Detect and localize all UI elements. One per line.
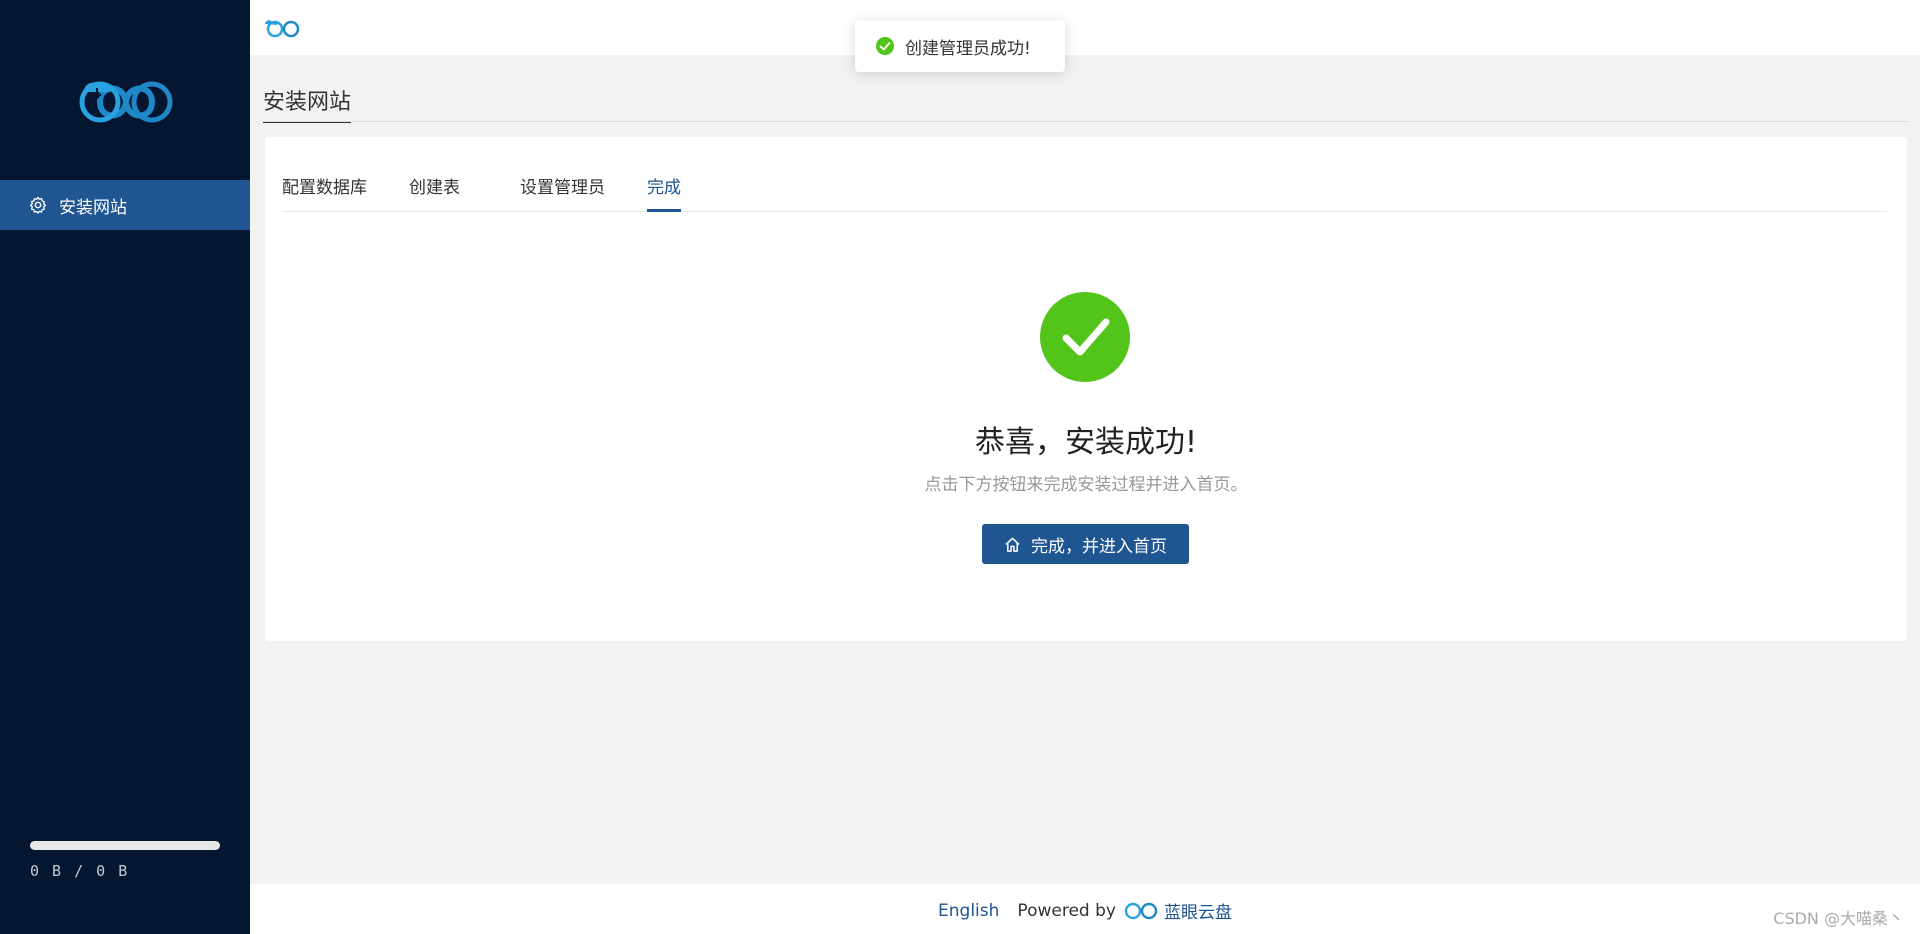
result-title: 恭喜，安装成功! — [974, 425, 1198, 460]
finish-button-label: 完成，并进入首页 — [1031, 536, 1167, 557]
brand-link[interactable]: 蓝眼云盘 — [1122, 898, 1232, 923]
language-link[interactable]: English — [938, 901, 999, 921]
blue-eye-logo-small-icon[interactable] — [262, 17, 304, 39]
powered-by-text: Powered by — [1017, 900, 1116, 921]
tab-configure-database[interactable]: 配置数据库 — [282, 173, 367, 210]
finish-and-go-home-button[interactable]: 完成，并进入首页 — [982, 524, 1189, 564]
blue-eye-brand-icon — [1124, 902, 1158, 919]
sidebar: 安装网站 0 B / 0 B — [0, 0, 250, 934]
tab-create-tables[interactable]: 创建表 — [409, 173, 460, 210]
title-divider — [263, 121, 1908, 122]
storage-usage-text: 0 B / 0 B — [30, 862, 130, 880]
install-steps-tabs: 配置数据库 创建表 设置管理员 完成 — [282, 137, 1887, 212]
page-title: 安装网站 — [263, 84, 352, 123]
success-toast: 创建管理员成功! — [855, 20, 1065, 72]
watermark-text: CSDN @大喵桑丶 — [1773, 909, 1904, 928]
footer: English Powered by 蓝眼云盘 — [250, 884, 1920, 934]
brand-name: 蓝眼云盘 — [1163, 903, 1232, 923]
storage-progress-bar — [30, 841, 220, 850]
sidebar-item-install-site[interactable]: 安装网站 — [0, 180, 250, 230]
home-icon — [1005, 537, 1020, 552]
gear-icon — [29, 196, 47, 214]
blue-eye-cloud-logo-icon — [79, 81, 173, 123]
toast-message: 创建管理员成功! — [905, 38, 1031, 59]
tab-set-admin[interactable]: 设置管理员 — [520, 173, 605, 210]
success-check-icon — [876, 37, 894, 55]
result-subtitle: 点击下方按钮来完成安装过程并进入首页。 — [924, 475, 1248, 495]
tab-finish[interactable]: 完成 — [647, 173, 681, 212]
check-circle-icon — [1040, 292, 1130, 382]
top-header — [250, 0, 1920, 55]
sidebar-item-label: 安装网站 — [59, 197, 127, 218]
install-card: 配置数据库 创建表 设置管理员 完成 恭喜，安装成功! 点击下方按钮来完成安装过… — [265, 137, 1907, 641]
